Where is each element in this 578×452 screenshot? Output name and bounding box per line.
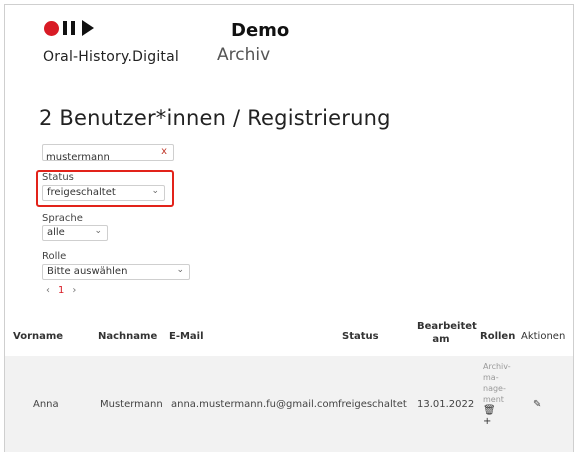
role-line: Archiv- [483, 362, 511, 371]
cell-status: freigeschaltet [338, 399, 407, 410]
page-1-link[interactable]: 1 [58, 285, 64, 296]
column-header-nachname[interactable]: Nachname [98, 331, 157, 342]
status-label: Status [42, 172, 74, 183]
pagination: ‹ 1 › [46, 285, 76, 296]
column-header-edited[interactable]: Bearbeitet am [417, 320, 477, 346]
role-line: ment [483, 395, 504, 404]
column-header-edited-line1: Bearbeitet [417, 321, 477, 332]
chevron-down-icon: ⌄ [151, 186, 159, 196]
cell-email[interactable]: anna.mustermann.fu@gmail.com [171, 399, 338, 410]
status-select[interactable]: freigeschaltet ⌄ [42, 185, 165, 201]
cell-edited: 13.01.2022 [417, 399, 475, 410]
role-select[interactable]: Bitte auswählen ⌄ [42, 264, 190, 280]
column-header-rollen: Rollen [480, 331, 516, 342]
cell-roles: Archiv- ma- nage- ment 🗑 + [483, 361, 511, 427]
role-line: nage- [483, 384, 506, 393]
column-header-aktionen: Aktionen [521, 331, 566, 342]
prev-page-button[interactable]: ‹ [46, 285, 50, 296]
search-input[interactable] [43, 151, 149, 164]
language-label: Sprache [42, 213, 83, 224]
delete-role-icon[interactable]: 🗑 [483, 405, 511, 416]
archive-subtitle: Archiv [217, 45, 271, 65]
play-icon [82, 20, 94, 36]
role-line: ma- [483, 373, 499, 382]
cell-nachname: Mustermann [100, 399, 163, 410]
pause-icon-bar-right [71, 21, 75, 35]
column-header-edited-line2: am [432, 334, 450, 345]
brand-name[interactable]: Oral-History.Digital [43, 49, 179, 65]
archive-title: Demo [231, 20, 290, 41]
column-header-vorname[interactable]: Vorname [13, 331, 63, 342]
search-field[interactable]: x [42, 144, 174, 164]
chevron-down-icon: ⌄ [176, 265, 184, 275]
language-select[interactable]: alle ⌄ [42, 225, 108, 241]
add-role-icon[interactable]: + [483, 416, 511, 427]
edit-user-icon[interactable]: ✎ [533, 399, 541, 410]
chevron-down-icon: ⌄ [94, 226, 102, 236]
column-header-email[interactable]: E-Mail [169, 331, 204, 342]
next-page-button[interactable]: › [72, 285, 76, 296]
pause-icon-bar-left [63, 21, 67, 35]
role-select-value: Bitte auswählen [47, 266, 128, 277]
clear-search-icon[interactable]: x [161, 146, 167, 157]
logo[interactable] [44, 17, 94, 39]
record-icon [44, 20, 59, 36]
app-window: Oral-History.Digital Demo Archiv 2 Benut… [4, 4, 574, 452]
role-label: Rolle [42, 251, 67, 262]
status-select-value: freigeschaltet [47, 187, 116, 198]
language-select-value: alle [47, 227, 65, 238]
page-title: 2 Benutzer*innen / Registrierung [39, 106, 391, 130]
cell-vorname: Anna [33, 399, 59, 410]
column-header-status[interactable]: Status [342, 331, 379, 342]
